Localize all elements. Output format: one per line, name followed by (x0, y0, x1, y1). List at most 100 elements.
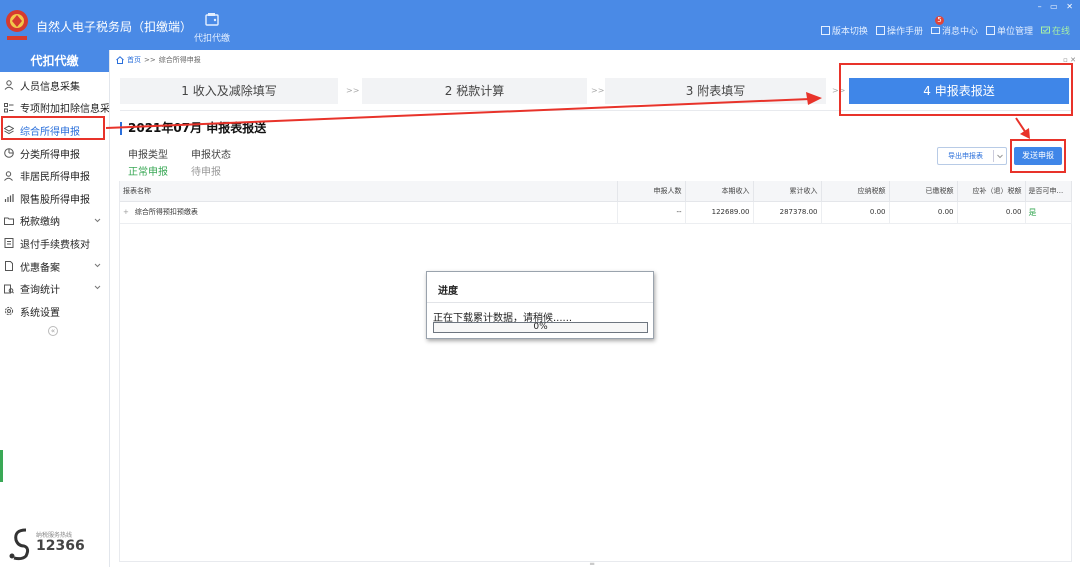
top-bar: 自然人电子税务局（扣缴端） 代扣代缴 版本切换 操作手册 5 消息中心 单位管理 (0, 0, 1080, 50)
sidebar-item-restricted-stock[interactable]: 限售股所得申报 (0, 187, 109, 210)
sidebar-item-label: 退付手续费核对 (20, 239, 90, 251)
report-name: 综合所得预扣预缴表 (134, 208, 198, 216)
col-report-name[interactable]: 报表名称 (120, 181, 618, 202)
step-4-submit[interactable]: 4 申报表报送 (849, 78, 1069, 104)
pie-icon (4, 148, 14, 158)
col-tax-payable[interactable]: 应纳税额 (821, 181, 890, 202)
chevron-down-icon (94, 263, 101, 267)
window-controls[interactable]: – ▭ ✕ (1038, 2, 1076, 11)
sidebar-item-refund-fee[interactable]: 退付手续费核对 (0, 232, 109, 255)
breadcrumb-current: 综合所得申报 (158, 56, 201, 64)
module-tab-withholding[interactable]: 代扣代缴 (190, 12, 234, 44)
sidebar-item-label: 限售股所得申报 (20, 194, 90, 206)
step-separator: >> (832, 86, 846, 95)
manual-button[interactable]: 操作手册 (875, 24, 923, 37)
sidebar-item-person-info[interactable]: 人员信息采集 (0, 74, 109, 97)
manual-label: 操作手册 (886, 27, 923, 37)
unit-icon (985, 26, 995, 35)
cell-can-declare: 是 (1025, 201, 1072, 224)
wallet-icon (205, 13, 219, 26)
page-icon (5, 261, 13, 272)
sidebar-item-label: 分类所得申报 (20, 149, 80, 161)
sidebar-item-query-stats[interactable]: 查询统计 (0, 277, 109, 300)
person-icon (4, 80, 14, 91)
breadcrumb-separator: >> (144, 56, 156, 64)
chevron-down-icon (94, 218, 101, 222)
sidebar-item-special-deduction[interactable]: 专项附加扣除信息采 (0, 97, 109, 120)
sidebar-item-label: 人员信息采集 (20, 81, 80, 93)
resize-grip[interactable]: ═ (590, 560, 594, 567)
col-declarant-count[interactable]: 申报人数 (617, 181, 686, 202)
annotation-arrow-line-2 (1015, 117, 1027, 134)
unit-management-label: 单位管理 (996, 27, 1033, 37)
sidebar-header: 代扣代缴 (0, 50, 109, 72)
doc-icon (4, 238, 14, 249)
declaration-type-value: 正常申报 (128, 167, 168, 178)
panel-close-icon[interactable]: ▫ ✕ (1063, 56, 1076, 64)
progress-percent: 0% (533, 322, 548, 332)
sidebar-item-label: 专项附加扣除信息采 (20, 104, 109, 116)
table-row[interactable]: + 综合所得预扣预缴表 -- 122689.00 287378.00 0.00 0… (120, 201, 1072, 224)
cell-tax-due-refund: 0.00 (957, 201, 1026, 224)
sidebar-item-tax-payment[interactable]: 税款缴纳 (0, 210, 109, 233)
table-header-row: 报表名称 申报人数 本期收入 累计收入 应纳税额 已缴税额 应补（退）税额 是否… (120, 181, 1072, 202)
module-label: 代扣代缴 (193, 34, 230, 44)
declaration-status-value: 待申报 (191, 167, 221, 178)
sidebar-item-label: 非居民所得申报 (20, 172, 90, 184)
layers-icon (4, 125, 14, 135)
sidebar-collapse-button[interactable]: « (48, 326, 58, 336)
sidebar-item-comprehensive-income[interactable]: 综合所得申报 (0, 119, 109, 142)
annotation-arrow-head-2 (1020, 128, 1030, 139)
col-tax-paid[interactable]: 已缴税额 (889, 181, 958, 202)
unit-management-button[interactable]: 单位管理 (985, 24, 1033, 37)
cell-report-name[interactable]: + 综合所得预扣预缴表 (120, 201, 618, 224)
sidebar-item-classified-income[interactable]: 分类所得申报 (0, 142, 109, 165)
search-chart-icon (4, 284, 14, 294)
step-1-income[interactable]: 1 收入及减除填写 (120, 78, 338, 104)
sidebar-item-system-settings[interactable]: 系统设置 (0, 300, 109, 323)
col-tax-due-refund[interactable]: 应补（退）税额 (957, 181, 1026, 202)
step-wizard: 1 收入及减除填写 >> 2 税款计算 >> 3 附表填写 >> 4 申报表报送 (120, 78, 1072, 104)
message-badge: 5 (934, 16, 944, 25)
send-declaration-button[interactable]: 发送申报 (1014, 147, 1062, 165)
sidebar-item-nonresident[interactable]: 非居民所得申报 (0, 164, 109, 187)
version-switch-button[interactable]: 版本切换 (820, 24, 868, 37)
chevron-down-icon (997, 154, 1003, 159)
breadcrumb: 首页 >> 综合所得申报 (116, 55, 201, 65)
chevron-down-icon (94, 285, 101, 290)
side-green-tab[interactable] (0, 450, 3, 482)
sidebar-item-label: 系统设置 (20, 307, 60, 319)
online-icon (1040, 26, 1050, 34)
col-current-income[interactable]: 本期收入 (685, 181, 754, 202)
cell-declarant-count: -- (617, 201, 686, 224)
step-3-attachments[interactable]: 3 附表填写 (605, 78, 826, 104)
sidebar-item-preferential-filing[interactable]: 优惠备案 (0, 255, 109, 278)
sidebar-item-label: 综合所得申报 (20, 126, 80, 138)
message-center-button[interactable]: 5 消息中心 (930, 16, 978, 37)
export-report-label: 导出申报表 (948, 152, 983, 160)
progress-dialog-title: 进度 (438, 286, 458, 297)
app-title: 自然人电子税务局（扣缴端） (36, 20, 193, 34)
col-cumulative-income[interactable]: 累计收入 (753, 181, 822, 202)
hotline: 纳税服务热线 12366 (8, 526, 98, 562)
hotline-logo-icon (9, 528, 30, 561)
declaration-type: 申报类型 正常申报 (128, 146, 168, 178)
sidebar-item-label: 优惠备案 (20, 262, 60, 274)
progress-dialog: 进度 正在下载累计数据，请稍候...... 0% (426, 271, 654, 339)
cell-tax-payable: 0.00 (821, 201, 890, 224)
home-icon (116, 56, 124, 64)
manual-icon (875, 26, 885, 35)
tax-emblem-logo (6, 10, 28, 40)
top-actions: 版本切换 操作手册 5 消息中心 单位管理 在线 (820, 16, 1070, 37)
content-panel (119, 181, 1072, 562)
step-separator: >> (591, 86, 605, 95)
col-can-declare[interactable]: 是否可申... (1025, 181, 1072, 202)
step-separator: >> (346, 86, 360, 95)
version-switch-label: 版本切换 (831, 27, 868, 37)
export-report-button[interactable]: 导出申报表 (937, 147, 1007, 165)
online-status[interactable]: 在线 (1040, 24, 1070, 37)
step-2-tax-calc[interactable]: 2 税款计算 (362, 78, 587, 104)
breadcrumb-home[interactable]: 首页 (127, 55, 141, 65)
report-table: 报表名称 申报人数 本期收入 累计收入 应纳税额 已缴税额 应补（退）税额 是否… (120, 181, 1072, 224)
expand-icon[interactable]: + (123, 208, 129, 216)
